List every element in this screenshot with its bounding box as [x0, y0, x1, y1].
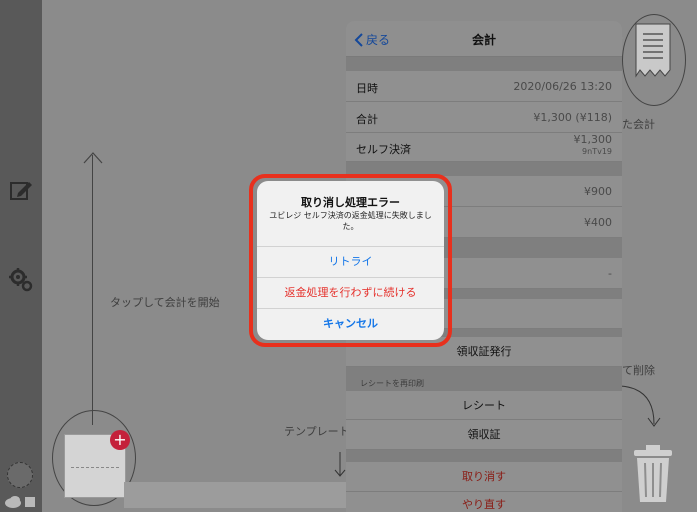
arrow-up-icon	[83, 152, 103, 164]
accounted-label: た会計	[622, 118, 655, 131]
panel-header: 戻る 会計	[346, 21, 622, 57]
guide-arrow-line	[92, 155, 93, 425]
alert-message: ユビレジ セルフ決済の返金処理に失敗しました。	[269, 211, 432, 231]
footer-bar	[124, 482, 354, 508]
reprint-invoice-button[interactable]: 領収証	[346, 420, 622, 450]
avatar[interactable]	[7, 462, 33, 488]
plus-icon[interactable]: +	[110, 430, 130, 450]
sidebar	[0, 0, 42, 512]
reprint-section-label: レシートを再印刷	[360, 379, 424, 388]
tap-hint: タップして会計を開始	[110, 296, 220, 309]
redo-transaction-button[interactable]: やり直す	[346, 492, 622, 512]
curved-arrow-icon	[619, 385, 661, 427]
reprint-receipt-button[interactable]: レシート	[346, 391, 622, 420]
continue-without-refund-button[interactable]: 返金処理を行わずに続ける	[257, 277, 444, 308]
receipt-icon[interactable]	[634, 22, 672, 78]
error-alert-dialog: 取り消し処理エラー ユビレジ セルフ決済の返金処理に失敗しました。 リトライ 返…	[257, 181, 444, 340]
retry-button[interactable]: リトライ	[257, 246, 444, 277]
cancel-button[interactable]: キャンセル	[257, 308, 444, 339]
pencil-edit-icon[interactable]	[8, 177, 34, 203]
alert-title: 取り消し処理エラー	[301, 196, 400, 209]
row-total: 合計 ¥1,300 (¥118)	[346, 102, 622, 133]
row-self-payment[interactable]: セルフ決済 ¥1,300 9nTv19	[346, 133, 622, 162]
gear-icon[interactable]	[8, 267, 34, 293]
template-label: テンプレート	[284, 425, 350, 438]
cloud-icon	[5, 496, 35, 508]
arrow-down-icon	[334, 452, 346, 477]
row-datetime: 日時 2020/06/26 13:20	[346, 71, 622, 102]
delete-hint: て削除	[622, 364, 655, 377]
panel-title: 会計	[471, 33, 496, 47]
trash-icon[interactable]	[632, 444, 674, 504]
cancel-transaction-button[interactable]: 取り消す	[346, 462, 622, 492]
